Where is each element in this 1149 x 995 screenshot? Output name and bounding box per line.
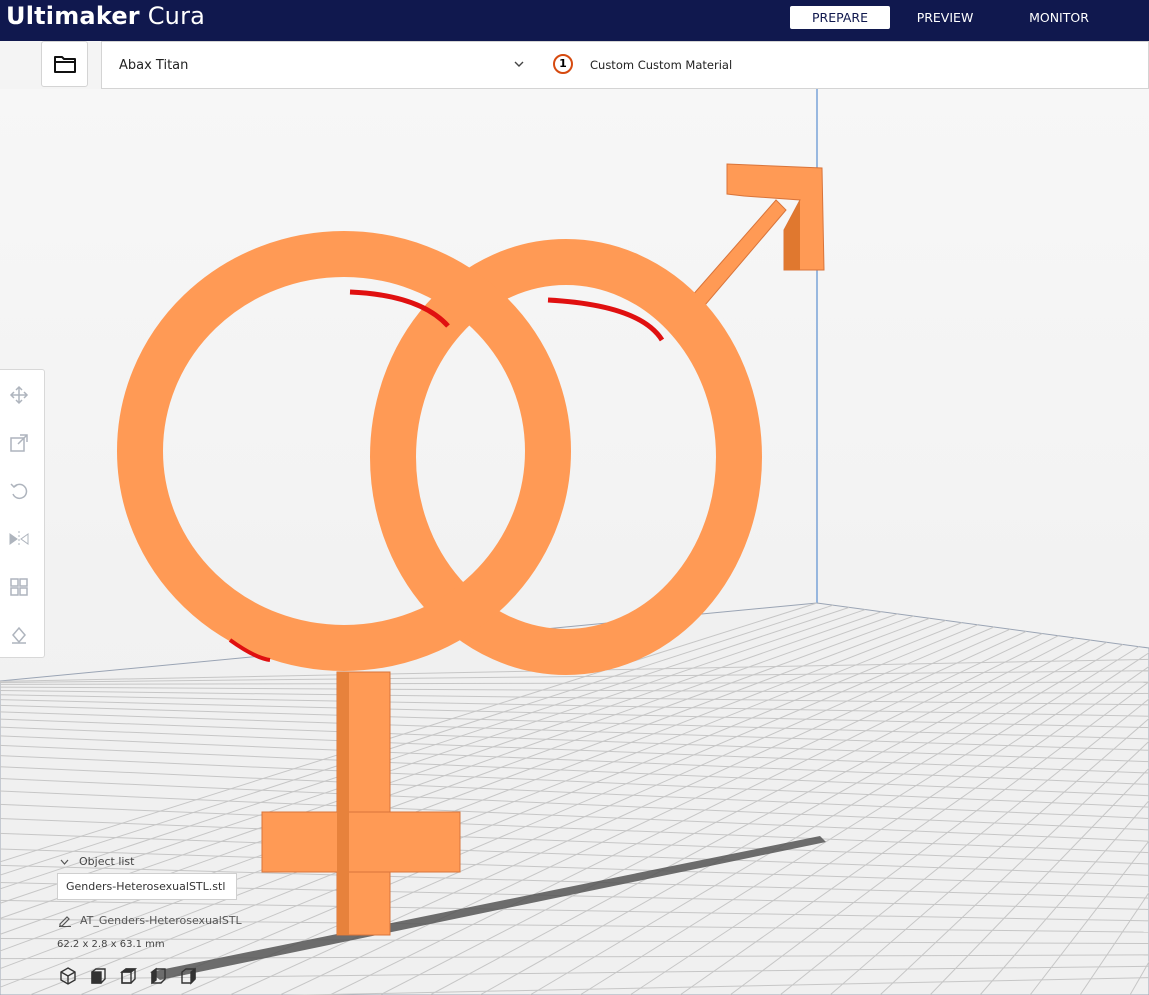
header-bar: Ultimaker Cura PREPARE PREVIEW MONITOR <box>0 0 1149 41</box>
view-3d-icon <box>60 967 76 985</box>
move-tool-button[interactable] <box>6 382 32 408</box>
view-front-button[interactable] <box>88 966 108 986</box>
tab-preview[interactable]: PREVIEW <box>892 6 998 29</box>
object-name-row[interactable]: AT_Genders-HeterosexualSTL <box>58 913 242 927</box>
view-left-button[interactable] <box>148 966 168 986</box>
view-3d-button[interactable] <box>58 966 78 986</box>
stage-tabs: PREPARE PREVIEW MONITOR <box>790 6 1112 29</box>
view-front-icon <box>91 968 106 984</box>
3d-viewport[interactable] <box>0 89 1149 995</box>
support-blocker-button[interactable] <box>6 622 32 648</box>
brand-bold: Ultimaker <box>6 2 140 30</box>
extruder-badge: 1 <box>553 54 573 74</box>
object-list-label: Object list <box>79 855 135 868</box>
tab-monitor[interactable]: MONITOR <box>1006 6 1112 29</box>
rotate-icon <box>10 483 28 500</box>
view-top-icon <box>119 968 137 984</box>
mirror-tool-button[interactable] <box>6 526 32 552</box>
extruder-number: 1 <box>559 57 567 70</box>
chevron-down-icon <box>514 61 524 67</box>
chevron-down-icon <box>60 859 69 865</box>
view-left-icon <box>151 967 166 985</box>
printer-selector[interactable]: Abax Titan <box>101 41 538 89</box>
tool-panel <box>0 369 45 658</box>
view-orientation-buttons <box>58 966 198 986</box>
view-top-button[interactable] <box>118 966 138 986</box>
move-icon <box>9 385 29 405</box>
printer-name: Abax Titan <box>119 58 189 73</box>
open-file-button[interactable] <box>41 41 88 87</box>
tab-prepare[interactable]: PREPARE <box>790 6 890 29</box>
object-name: AT_Genders-HeterosexualSTL <box>80 913 242 927</box>
object-dimensions: 62.2 x 2.8 x 63.1 mm <box>57 939 165 950</box>
pencil-icon <box>59 916 71 927</box>
object-list-toggle[interactable]: Object list <box>60 855 134 868</box>
rotate-tool-button[interactable] <box>6 478 32 504</box>
material-name: Custom Custom Material <box>590 58 733 72</box>
per-model-settings-button[interactable] <box>6 574 32 600</box>
brand-light: Cura <box>147 2 206 30</box>
scale-icon <box>10 434 28 452</box>
app-logo: Ultimaker Cura <box>6 2 205 30</box>
view-right-icon <box>181 967 196 985</box>
view-right-button[interactable] <box>178 966 198 986</box>
per-model-settings-icon <box>10 578 28 596</box>
object-list-item[interactable]: Genders-HeterosexualSTL.stl <box>57 873 237 900</box>
material-selector[interactable]: 1 Custom Custom Material <box>537 41 1149 89</box>
folder-icon <box>53 56 76 73</box>
support-blocker-icon <box>12 626 26 644</box>
scale-tool-button[interactable] <box>6 430 32 456</box>
mirror-icon <box>9 531 29 547</box>
